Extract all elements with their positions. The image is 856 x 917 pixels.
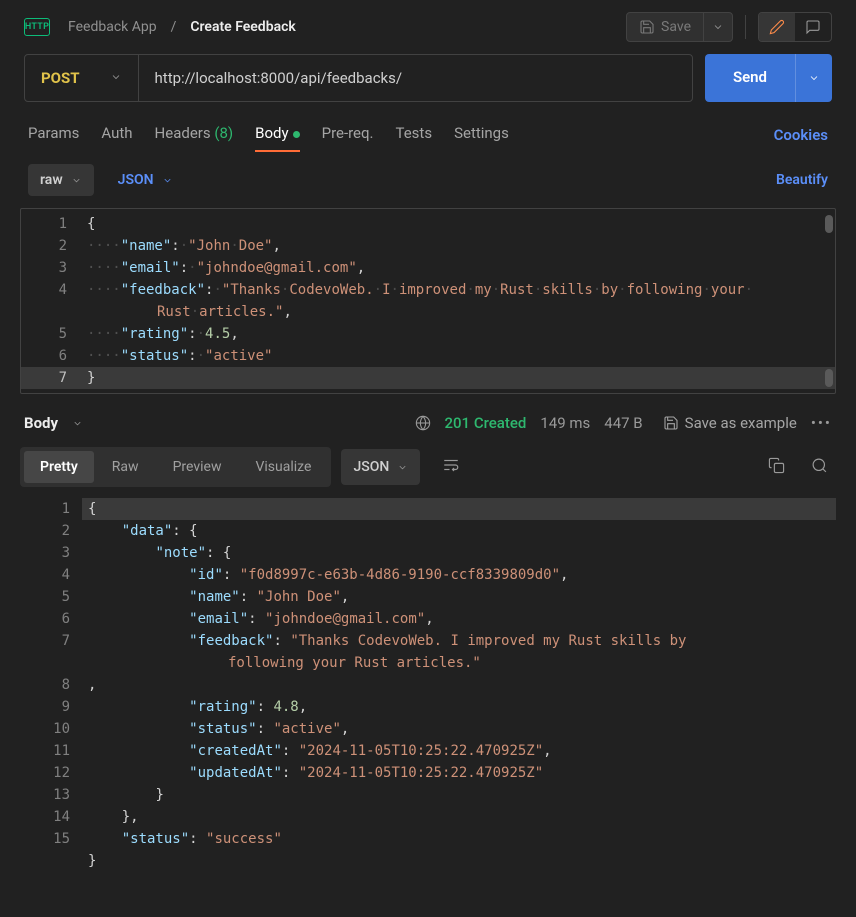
chevron-down-icon	[397, 462, 408, 473]
comment-mode-toggle[interactable]	[795, 13, 831, 41]
method-value: POST	[41, 69, 80, 87]
view-preview[interactable]: Preview	[157, 451, 238, 483]
response-view-segmented: Pretty Raw Preview Visualize	[20, 447, 331, 487]
more-menu[interactable]: •••	[811, 414, 832, 432]
send-dropdown[interactable]	[795, 54, 832, 102]
save-label: Save	[661, 19, 691, 35]
http-badge-icon: HTTP	[24, 18, 50, 36]
response-size: 447 B	[604, 414, 642, 432]
send-split-button: Send	[705, 54, 832, 102]
scrollbar-thumb[interactable]	[825, 215, 833, 233]
beautify-button[interactable]: Beautify	[776, 172, 828, 188]
chevron-down-icon	[72, 418, 83, 429]
chevron-down-icon	[162, 175, 173, 186]
body-lang-select[interactable]: JSON	[106, 164, 185, 196]
tab-tests[interactable]: Tests	[396, 118, 433, 152]
pencil-icon	[769, 19, 785, 35]
comment-icon	[805, 19, 821, 35]
tab-params[interactable]: Params	[28, 118, 79, 152]
chevron-down-icon	[110, 69, 122, 87]
save-button[interactable]: Save	[627, 13, 703, 41]
request-body-editor[interactable]: 1234567 {····"name":·"John·Doe",····"ema…	[20, 208, 836, 394]
save-as-example-label: Save as example	[685, 414, 797, 432]
view-toggle-group	[758, 12, 832, 42]
view-raw[interactable]: Raw	[96, 451, 155, 483]
response-section-select[interactable]: Body	[24, 414, 58, 432]
response-view-options: Pretty Raw Preview Visualize JSON	[0, 442, 856, 498]
modified-dot-icon	[293, 131, 300, 138]
body-options-row: raw JSON Beautify	[0, 152, 856, 208]
tab-body[interactable]: Body	[255, 118, 299, 152]
globe-icon[interactable]	[415, 415, 431, 431]
status-code: 201 Created	[445, 414, 527, 432]
response-body-viewer[interactable]: 123456789101112131415 { "data": { "note"…	[20, 498, 836, 872]
breadcrumb-current: Create Feedback	[190, 19, 295, 35]
wrap-toggle[interactable]	[430, 446, 472, 488]
chevron-down-icon	[808, 72, 820, 84]
save-as-example-button[interactable]: Save as example	[663, 414, 797, 432]
tab-headers-label: Headers	[155, 124, 211, 142]
save-icon	[639, 19, 655, 35]
body-type-label: raw	[40, 172, 63, 188]
response-lang-label: JSON	[353, 459, 389, 475]
divider	[745, 15, 746, 39]
top-bar: HTTP Feedback App / Create Feedback Save	[0, 0, 856, 54]
method-url-bar: POST http://localhost:8000/api/feedbacks…	[24, 54, 693, 102]
copy-button[interactable]	[760, 449, 793, 486]
response-lang-select[interactable]: JSON	[341, 449, 420, 485]
body-type-select[interactable]: raw	[28, 164, 94, 196]
response-time: 149 ms	[540, 414, 590, 432]
request-row: POST http://localhost:8000/api/feedbacks…	[0, 54, 856, 118]
response-bar: Body 201 Created 149 ms 447 B Save as ex…	[0, 394, 856, 442]
tab-settings[interactable]: Settings	[454, 118, 509, 152]
chevron-down-icon	[71, 175, 82, 186]
copy-icon	[768, 457, 785, 474]
url-input[interactable]: http://localhost:8000/api/feedbacks/	[139, 55, 692, 101]
send-button[interactable]: Send	[705, 54, 795, 102]
tab-auth[interactable]: Auth	[101, 118, 132, 152]
tab-prereq[interactable]: Pre-req.	[322, 118, 374, 152]
cookies-link[interactable]: Cookies	[774, 126, 828, 144]
breadcrumb-parent[interactable]: Feedback App	[68, 19, 157, 35]
search-button[interactable]	[803, 449, 836, 486]
tab-headers[interactable]: Headers (8)	[155, 118, 234, 152]
method-select[interactable]: POST	[25, 55, 139, 101]
tab-headers-count: (8)	[214, 124, 233, 142]
edit-mode-toggle[interactable]	[759, 13, 795, 41]
search-icon	[811, 457, 828, 474]
save-dropdown[interactable]	[703, 13, 732, 41]
breadcrumb-sep: /	[171, 19, 177, 35]
wrap-icon	[442, 456, 460, 474]
request-tabs: Params Auth Headers (8) Body Pre-req. Te…	[0, 118, 856, 152]
body-lang-label: JSON	[118, 172, 154, 188]
chevron-down-icon	[712, 21, 724, 33]
view-pretty[interactable]: Pretty	[24, 451, 94, 483]
tab-body-label: Body	[255, 124, 288, 142]
save-split-button: Save	[626, 12, 733, 42]
view-visualize[interactable]: Visualize	[239, 451, 327, 483]
scrollbar-thumb[interactable]	[825, 369, 833, 387]
save-icon	[663, 415, 679, 431]
